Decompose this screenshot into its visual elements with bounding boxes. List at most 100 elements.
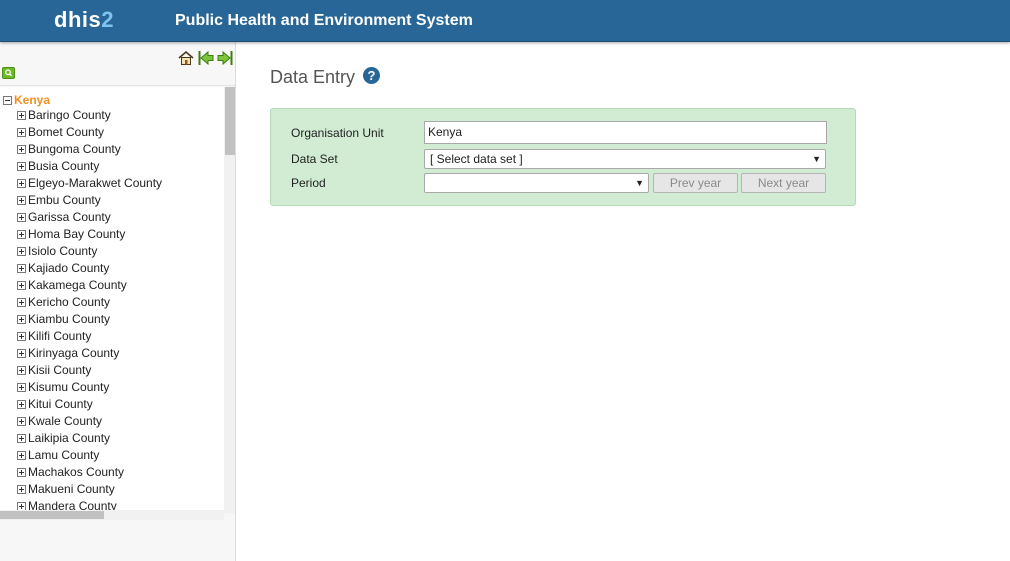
tree-item-label[interactable]: Baringo County: [28, 108, 111, 122]
expand-icon[interactable]: [17, 332, 26, 341]
logo-text: dhis: [54, 7, 102, 32]
tree-item[interactable]: Kajiado County: [17, 260, 162, 277]
expand-icon[interactable]: [17, 179, 26, 188]
tree-item[interactable]: Elgeyo-Marakwet County: [17, 175, 162, 192]
tree-item[interactable]: Kisumu County: [17, 379, 162, 396]
tree-item-label[interactable]: Elgeyo-Marakwet County: [28, 176, 162, 190]
expand-icon[interactable]: [17, 315, 26, 324]
expand-icon[interactable]: [17, 468, 26, 477]
org-unit-label: Organisation Unit: [291, 126, 384, 140]
app-header: dhis2 Public Health and Environment Syst…: [0, 0, 1010, 42]
expand-icon[interactable]: [17, 298, 26, 307]
tree-item-label[interactable]: Kitui County: [28, 397, 93, 411]
arrow-left-icon[interactable]: [198, 50, 214, 66]
help-icon[interactable]: ?: [363, 67, 380, 84]
expand-icon[interactable]: [17, 417, 26, 426]
dhis2-logo[interactable]: dhis2: [54, 7, 114, 33]
expand-icon[interactable]: [17, 111, 26, 120]
expand-icon[interactable]: [17, 485, 26, 494]
tree-item-label[interactable]: Kisumu County: [28, 380, 109, 394]
tree-item[interactable]: Makueni County: [17, 481, 162, 498]
app-title: Public Health and Environment System: [175, 12, 473, 29]
tree-item-label[interactable]: Garissa County: [28, 210, 111, 224]
org-unit-field: Kenya: [424, 121, 827, 144]
tree-item[interactable]: Homa Bay County: [17, 226, 162, 243]
tree-item[interactable]: Kisii County: [17, 362, 162, 379]
tree-item-label[interactable]: Laikipia County: [28, 431, 110, 445]
org-unit-value: Kenya: [428, 125, 463, 139]
tree-item-label[interactable]: Kakamega County: [28, 278, 127, 292]
expand-icon[interactable]: [17, 247, 26, 256]
tree-item[interactable]: Busia County: [17, 158, 162, 175]
period-label: Period: [291, 176, 326, 190]
tree-item[interactable]: Lamu County: [17, 447, 162, 464]
tree-toolbar: [0, 42, 235, 86]
horizontal-scroll-thumb[interactable]: [0, 511, 104, 519]
search-icon: [5, 69, 12, 77]
org-unit-tree: Kenya Baringo County Bomet County Bungoma …: [0, 87, 235, 513]
tree-item[interactable]: Kericho County: [17, 294, 162, 311]
dataset-label: Data Set: [291, 152, 338, 166]
tree-item[interactable]: Kwale County: [17, 413, 162, 430]
tree-item[interactable]: Kitui County: [17, 396, 162, 413]
tree-item[interactable]: Kakamega County: [17, 277, 162, 294]
tree-item[interactable]: Kilifi County: [17, 328, 162, 345]
tree-item[interactable]: Baringo County: [17, 107, 162, 124]
tree-item-label[interactable]: Lamu County: [28, 448, 99, 462]
tree-item-label[interactable]: Bomet County: [28, 125, 104, 139]
tree-children: Baringo County Bomet County Bungoma County…: [17, 107, 162, 513]
dataset-select[interactable]: [ Select data set ] ▼: [424, 149, 826, 169]
vertical-scroll-thumb[interactable]: [225, 87, 235, 155]
expand-icon[interactable]: [17, 196, 26, 205]
tree-root-label[interactable]: Kenya: [14, 93, 50, 107]
tree-vertical-scrollbar[interactable]: [224, 87, 235, 513]
tree-item-label[interactable]: Embu County: [28, 193, 101, 207]
tree-item[interactable]: Kiambu County: [17, 311, 162, 328]
tree-item-label[interactable]: Isiolo County: [28, 244, 97, 258]
tree-item-label[interactable]: Machakos County: [28, 465, 124, 479]
collapse-icon[interactable]: [3, 96, 12, 105]
expand-icon[interactable]: [17, 162, 26, 171]
tree-item[interactable]: Machakos County: [17, 464, 162, 481]
tree-item-label[interactable]: Kisii County: [28, 363, 91, 377]
expand-icon[interactable]: [17, 434, 26, 443]
expand-icon[interactable]: [17, 230, 26, 239]
expand-icon[interactable]: [17, 383, 26, 392]
tree-root-item[interactable]: Kenya: [3, 92, 50, 108]
tree-item[interactable]: Garissa County: [17, 209, 162, 226]
tree-search-button[interactable]: [2, 67, 15, 79]
tree-item-label[interactable]: Kiambu County: [28, 312, 110, 326]
expand-icon[interactable]: [17, 281, 26, 290]
prev-year-button[interactable]: Prev year: [653, 173, 738, 193]
tree-item[interactable]: Bomet County: [17, 124, 162, 141]
tree-item-label[interactable]: Kirinyaga County: [28, 346, 119, 360]
tree-item-label[interactable]: Homa Bay County: [28, 227, 125, 241]
tree-item[interactable]: Isiolo County: [17, 243, 162, 260]
expand-icon[interactable]: [17, 400, 26, 409]
expand-icon[interactable]: [17, 264, 26, 273]
expand-icon[interactable]: [17, 349, 26, 358]
tree-item-label[interactable]: Kajiado County: [28, 261, 109, 275]
tree-item-label[interactable]: Makueni County: [28, 482, 115, 496]
expand-icon[interactable]: [17, 451, 26, 460]
tree-item-label[interactable]: Kericho County: [28, 295, 110, 309]
tree-item[interactable]: Laikipia County: [17, 430, 162, 447]
tree-item-label[interactable]: Kilifi County: [28, 329, 91, 343]
expand-icon[interactable]: [17, 366, 26, 375]
expand-icon[interactable]: [17, 145, 26, 154]
tree-item[interactable]: Embu County: [17, 192, 162, 209]
tree-horizontal-scrollbar[interactable]: [0, 510, 224, 520]
home-icon[interactable]: [178, 50, 194, 66]
tree-item[interactable]: Kirinyaga County: [17, 345, 162, 362]
arrow-right-icon[interactable]: [217, 50, 233, 66]
expand-icon[interactable]: [17, 128, 26, 137]
tree-item-label[interactable]: Bungoma County: [28, 142, 121, 156]
expand-icon[interactable]: [17, 213, 26, 222]
period-select[interactable]: ▼: [424, 173, 649, 193]
tree-item-label[interactable]: Kwale County: [28, 414, 102, 428]
page-title: Data Entry: [270, 67, 356, 87]
tree-item-label[interactable]: Busia County: [28, 159, 99, 173]
chevron-down-icon: ▼: [635, 178, 644, 188]
tree-item[interactable]: Bungoma County: [17, 141, 162, 158]
next-year-button[interactable]: Next year: [741, 173, 826, 193]
